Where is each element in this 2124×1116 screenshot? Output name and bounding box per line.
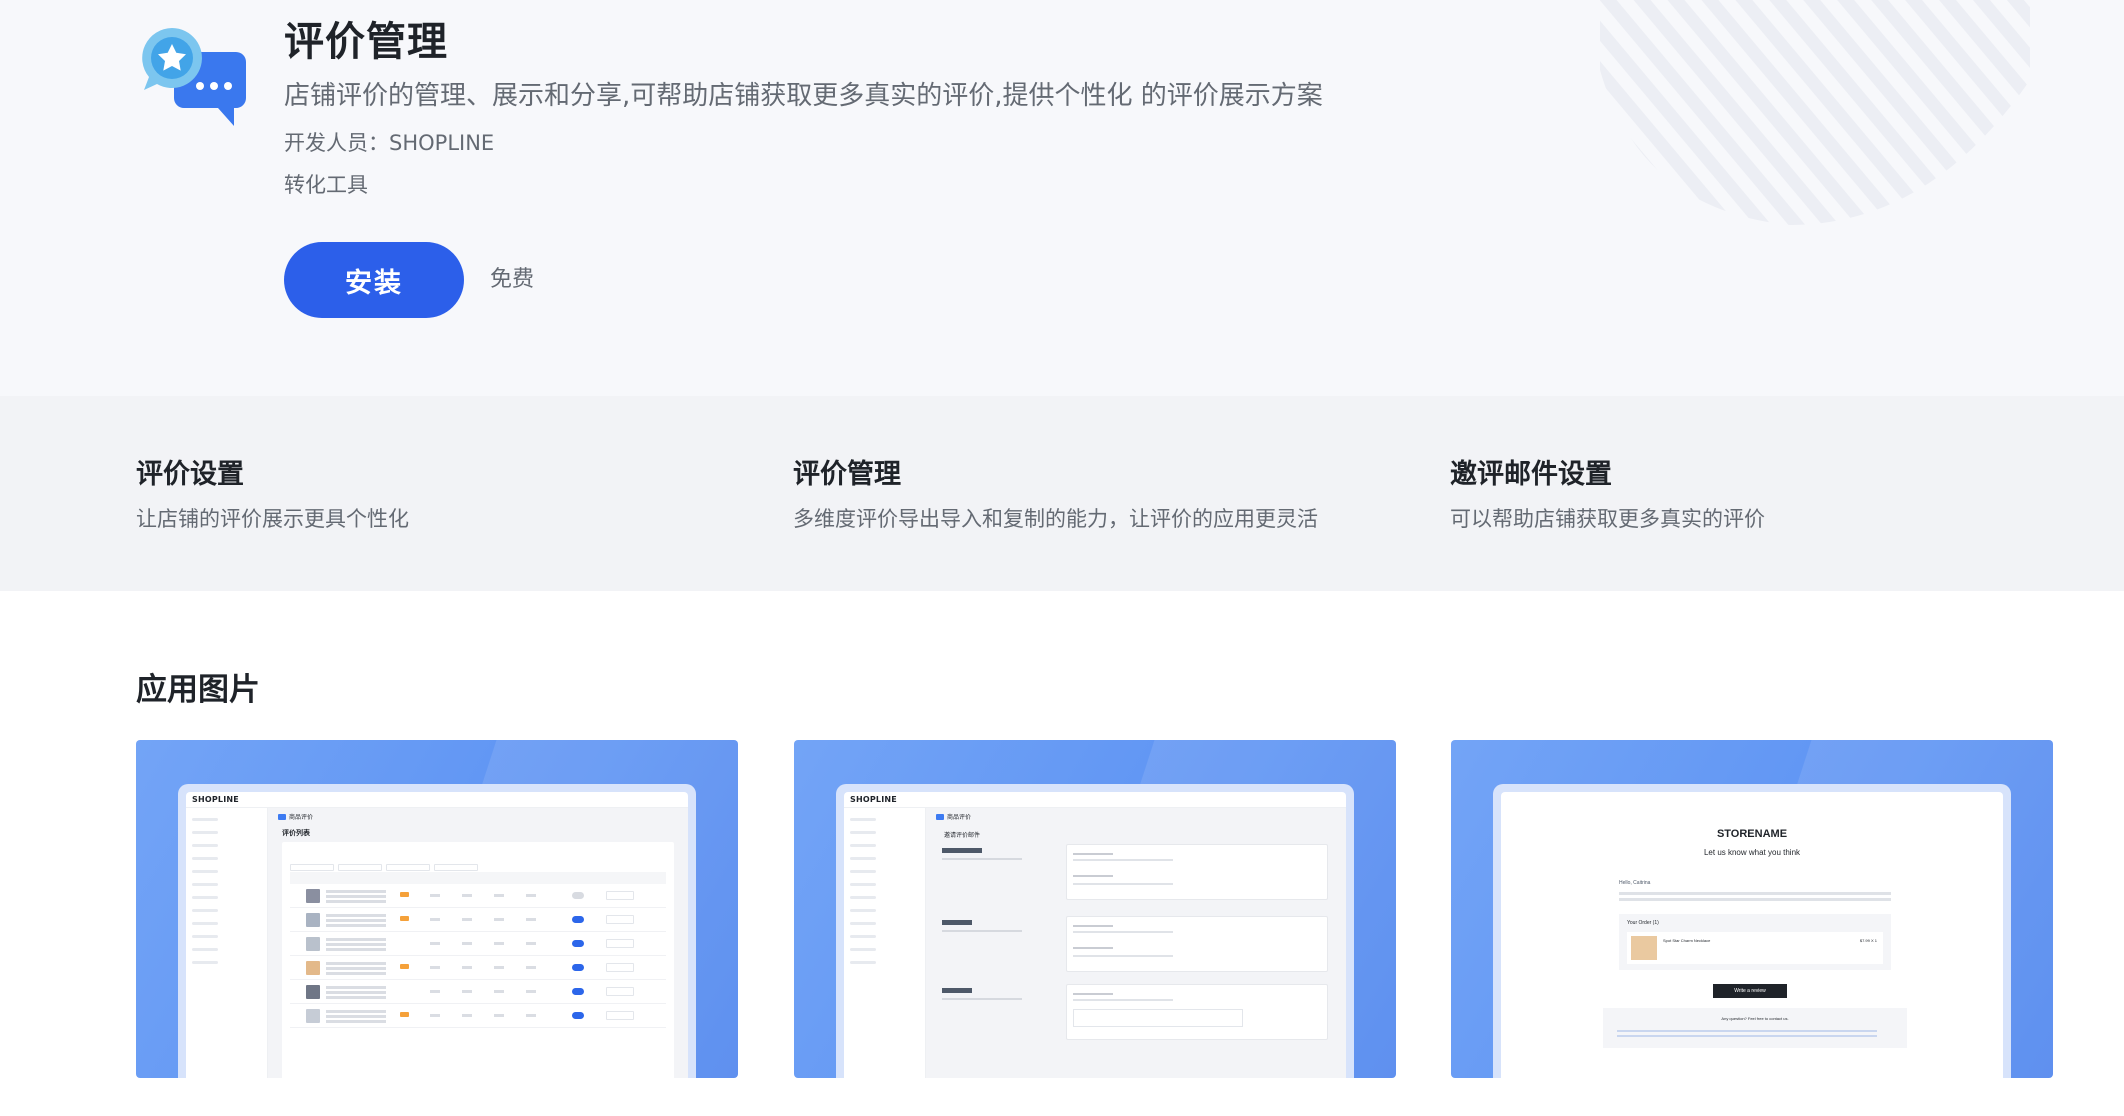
app-category: 转化工具 <box>284 173 368 197</box>
laptop-frame: SHOPLINE 商品评价 评价列表 <box>178 784 696 1078</box>
price-label: 免费 <box>490 267 535 292</box>
review-icon <box>278 814 286 820</box>
mini-heading: 商品评价 <box>289 814 314 821</box>
mini-subheading: 邀请评价邮件 <box>944 832 981 839</box>
mini-sidebar <box>186 808 268 1078</box>
screenshot-screen: SHOPLINE 商品评价 邀请评价邮件 <box>844 792 1346 1078</box>
email-order-item: Spot Star Charm Necklace $7.99 X 1 <box>1627 932 1883 964</box>
laptop-frame: STORENAME Let us know what you think Hel… <box>1493 784 2011 1078</box>
email-greeting: Hello, Caitrina <box>1619 880 1651 886</box>
table-row <box>290 1004 666 1028</box>
feature-description: 多维度评价导出导入和复制的能力，让评价的应用更灵活 <box>793 507 1318 531</box>
feature-title: 评价管理 <box>793 459 901 490</box>
app-hero: 评价管理 店铺评价的管理、展示和分享,可帮助店铺获取更多真实的评价,提供个性化 … <box>0 0 2124 396</box>
screenshots-section-title: 应用图片 <box>136 672 260 708</box>
email-footer-text: Any question? Feel free to contact us. <box>1721 1016 1789 1021</box>
app-description: 店铺评价的管理、展示和分享,可帮助店铺获取更多真实的评价,提供个性化 的评价展示… <box>284 81 1323 111</box>
shopline-logo: SHOPLINE <box>192 795 239 804</box>
app-screenshot-1[interactable]: SHOPLINE 商品评价 评价列表 <box>136 740 738 1078</box>
install-button[interactable]: 安装 <box>284 242 464 318</box>
app-screenshot-2[interactable]: SHOPLINE 商品评价 邀请评价邮件 <box>794 740 1396 1078</box>
review-chat-star-icon <box>142 28 246 126</box>
product-price: $7.99 X 1 <box>1859 938 1877 943</box>
feature-list: 评价设置 让店铺的评价展示更具个性化 评价管理 多维度评价导出导入和复制的能力，… <box>0 396 2124 591</box>
screenshot-screen: SHOPLINE 商品评价 评价列表 <box>186 792 688 1078</box>
table-row <box>290 932 666 956</box>
laptop-frame: SHOPLINE 商品评价 邀请评价邮件 <box>836 784 1354 1078</box>
email-tagline: Let us know what you think <box>1703 848 1801 857</box>
decorative-stripes <box>1600 0 2030 225</box>
email-store-name: STORENAME <box>1716 828 1788 840</box>
table-row <box>290 884 666 908</box>
email-preview: STORENAME Let us know what you think Hel… <box>1501 792 2003 1078</box>
app-screenshot-3[interactable]: STORENAME Let us know what you think Hel… <box>1451 740 2053 1078</box>
app-developer: 开发人员：SHOPLINE <box>284 131 495 155</box>
feature-description: 可以帮助店铺获取更多真实的评价 <box>1450 507 1765 531</box>
product-image <box>1631 936 1657 960</box>
mini-subheading: 评价列表 <box>282 829 310 837</box>
email-write-review-button: Write a review <box>1713 984 1787 998</box>
mini-heading: 商品评价 <box>947 814 972 821</box>
review-icon <box>936 814 944 820</box>
mini-review-table <box>290 872 666 1028</box>
table-row <box>290 908 666 932</box>
table-row <box>290 956 666 980</box>
table-row <box>290 980 666 1004</box>
feature-title: 邀评邮件设置 <box>1450 459 1612 490</box>
shopline-logo: SHOPLINE <box>850 795 897 804</box>
product-name: Spot Star Charm Necklace <box>1663 938 1711 943</box>
feature-title: 评价设置 <box>136 459 244 490</box>
email-order-box: Your Order (1) Spot Star Charm Necklace … <box>1619 914 1891 970</box>
email-footer: Any question? Feel free to contact us. <box>1603 1008 1907 1048</box>
app-title: 评价管理 <box>284 19 448 65</box>
feature-description: 让店铺的评价展示更具个性化 <box>136 507 409 531</box>
mini-sidebar <box>844 808 926 1078</box>
email-order-title: Your Order (1) <box>1627 920 1659 926</box>
